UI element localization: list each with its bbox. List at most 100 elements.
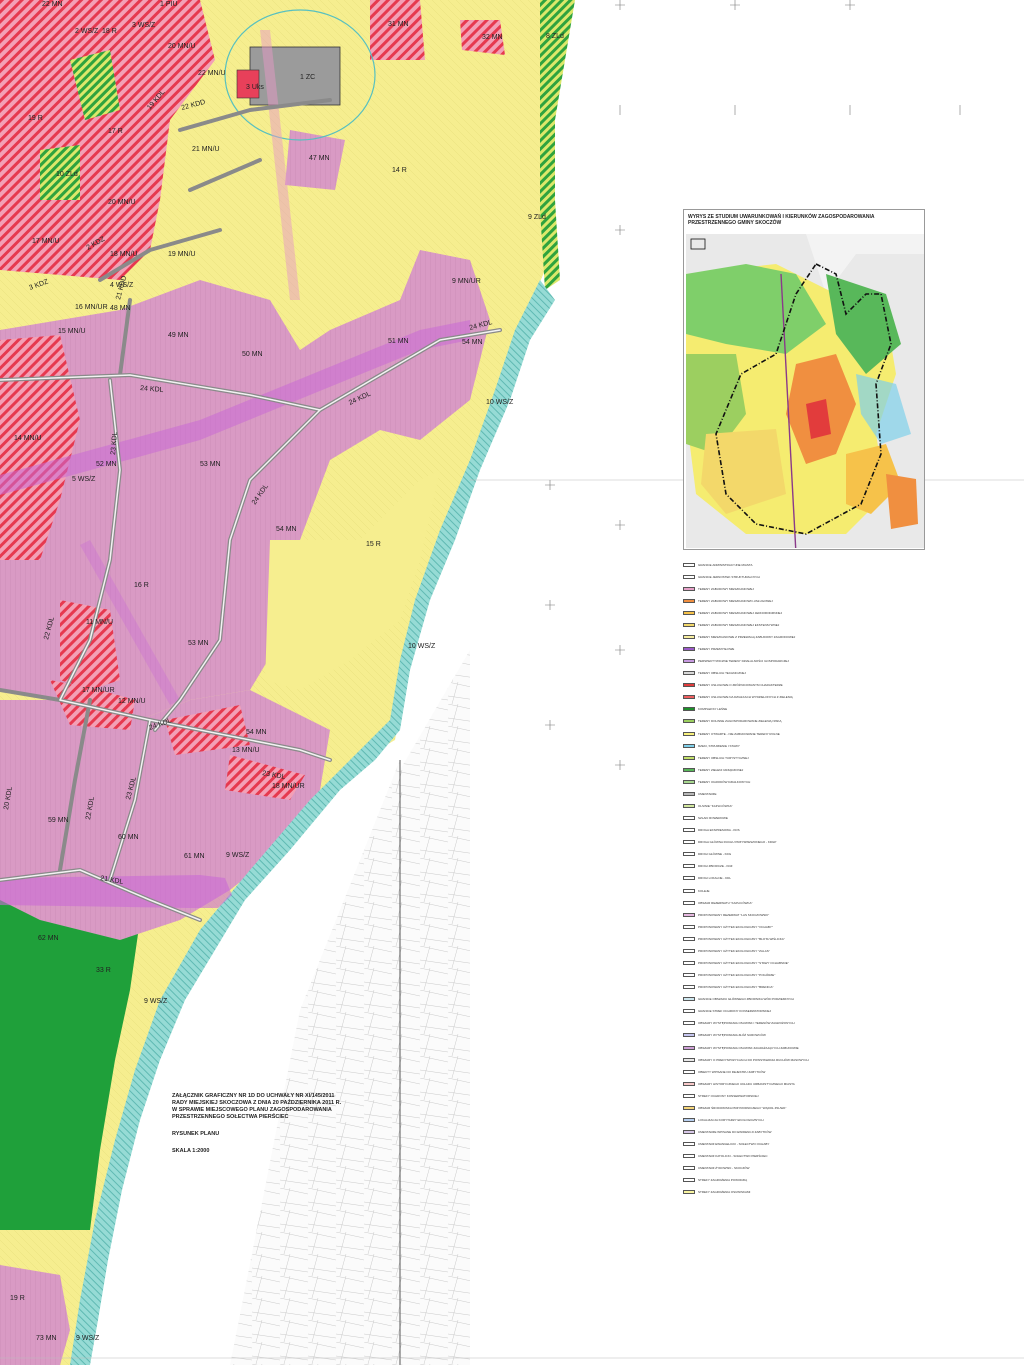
zone-label: 18 MN/U: [110, 251, 138, 258]
zone-label: 15 R: [366, 541, 381, 548]
legend-swatch: [683, 1178, 695, 1183]
legend-item: GRANICE ADMINISTRACYJNE MIASTA: [683, 562, 752, 567]
legend-item: OBIEKTY WPISANE DO REJESTRU ZABYTKÓW: [683, 1069, 765, 1074]
legend-item: DROGI LOKALNE - KDL: [683, 876, 731, 881]
zoning-map: 22 MN 1 PIU 31 MN 2 WS/Z 18 R 3 WS/Z 32 MN 8 ZL…: [0, 0, 1024, 1365]
legend-item: RZEKI, STRUMIENIE I STAWY: [683, 743, 740, 748]
legend-item: DROGI GŁÓWNE - KDG: [683, 852, 731, 857]
legend-swatch: [683, 755, 695, 760]
legend-item: STREFY ZAGROŻENIA OSUWISKAMI: [683, 1190, 750, 1195]
legend-item: TERENY ZABUDOWY MIESZKANIOWEJ: [683, 586, 754, 591]
legend-swatch: [683, 574, 695, 579]
legend-swatch: [683, 1117, 695, 1122]
legend-item: PROPONOWANY UŻYTEK EKOLOGICZNY "OCHABY": [683, 924, 773, 929]
legend-label: TERENY DOLINNE ZAGOSPODAROWANE ZIELENIĄ …: [698, 719, 782, 724]
legend-swatch: [683, 828, 695, 833]
legend-swatch: [683, 659, 695, 664]
plan-caption: ZAŁĄCZNIK GRAFICZNY NR 1D DO UCHWAŁY NR …: [172, 1093, 392, 1155]
legend-swatch: [683, 1142, 695, 1147]
legend-item: TERENY ZABUDOWY MIESZKANIOWO-USŁUGOWEJ: [683, 598, 773, 603]
zone-label: 22 MN/U: [198, 70, 226, 77]
legend-swatch: [683, 864, 695, 869]
legend-swatch: [683, 852, 695, 857]
zone-label: 16 R: [134, 582, 149, 589]
residential-zone: [0, 1265, 70, 1365]
legend-label: PROPONOWANY UŻYTEK EKOLOGICZNY "BŁOTA WI…: [698, 936, 785, 941]
zone-label: 3 WS/Z: [132, 22, 156, 29]
legend-item: TERENY OGRODÓW DZIAŁKOWYCH: [683, 779, 750, 784]
legend-swatch: [683, 671, 695, 676]
legend-item: DROGI ZBIORCZE - KDZ: [683, 864, 733, 869]
zone-label: 51 MN: [388, 338, 409, 345]
legend-item: PROPONOWANY UŻYTEK EKOLOGICZNY "ZALAS": [683, 948, 770, 953]
legend-label: OBIEKTY WPISANE DO REJESTRU ZABYTKÓW: [698, 1069, 766, 1074]
zone-label: 54 MN: [246, 729, 267, 736]
legend-swatch: [683, 960, 695, 965]
legend-label: RZEKI, STRUMIENIE I STAWY: [698, 743, 740, 748]
legend-label: STREFY ZAGROŻENIA POWODZIĄ: [698, 1178, 748, 1183]
legend-item: GRANICE STREF OCHRONY KONSERWATORSKIEJ: [683, 1009, 771, 1014]
legend-item: KOLEJE: [683, 888, 710, 893]
zone-label: 21 MN/U: [192, 146, 220, 153]
legend-swatch: [683, 1021, 695, 1026]
legend-item: LOKALIZACJA KORYTARZY EKOLOGICZNYCH: [683, 1117, 764, 1122]
legend-swatch: [683, 634, 695, 639]
legend-swatch: [683, 562, 695, 567]
legend-swatch: [683, 683, 695, 688]
legend-item: PROPONOWANY UŻYTEK EKOLOGICZNY "BRENICA": [683, 985, 774, 990]
legend-label: OBSZAR REZERWATU "KAPLICÓWKA": [698, 900, 753, 905]
zone-label: 61 MN: [184, 853, 205, 860]
legend-swatch: [683, 586, 695, 591]
zone-label: 9 ZLd: [528, 214, 546, 221]
legend-label: PROPONOWANY UŻYTEK EKOLOGICZNY "BRENICA": [698, 985, 774, 990]
legend-swatch: [683, 719, 695, 724]
legend-label: CMENTARZ EWANGELICKI - SOŁECTWO OCHABY: [698, 1142, 770, 1147]
legend-swatch: [683, 1130, 695, 1135]
legend-item: STREFY OCHRONY KONSERWATORSKIEJ: [683, 1093, 758, 1098]
legend-label: PROPONOWANY REZERWAT "LAS SKOCZOWSKI": [698, 912, 770, 917]
zone-label: 9 WS/Z: [226, 852, 250, 859]
legend-item: GRANICE JEDNOSTEK STRUKTURALNYCH: [683, 574, 760, 579]
legend-swatch: [683, 1081, 695, 1086]
legend-swatch: [683, 973, 695, 978]
legend-item: TERENY OBSŁUGI TECHNICZNEJ: [683, 671, 746, 676]
legend-label: TERENY OBSŁUGI TURYSTYCZNEJ: [698, 755, 749, 760]
legend-label: TERENY PRZEMYSŁOWE: [698, 647, 735, 652]
zone-label: 9 WS/Z: [144, 998, 168, 1005]
legend-swatch: [683, 1009, 695, 1014]
legend-swatch: [683, 997, 695, 1002]
zone-label: 53 MN: [200, 461, 221, 468]
legend-label: OBSZARY WYSTĘPOWANIA OSUWISK ZAGRAŻAJĄCY…: [698, 1045, 799, 1050]
legend-label: DROGI LOKALNE - KDL: [698, 876, 732, 881]
zone-label: 16 MN/UR: [75, 304, 108, 311]
zone-label: 50 MN: [242, 351, 263, 358]
legend-label: TERENY OBSŁUGI TECHNICZNEJ: [698, 671, 746, 676]
legend-item: TERENY ZABUDOWY MIESZKANIOWEJ EKSTENSYWN…: [683, 622, 779, 627]
legend-swatch: [683, 1105, 695, 1110]
inset-map: [686, 234, 924, 548]
zone-label: 13 MN/U: [232, 747, 260, 754]
legend-label: KOLEJE: [698, 888, 710, 893]
zone-label: 73 MN: [36, 1335, 57, 1342]
legend-item: TERENY USŁUGOWE NA DZIAŁKACH WYDZIELONYC…: [683, 695, 793, 700]
zone-label: 1 ZC: [300, 74, 315, 81]
zone-label: 49 MN: [168, 332, 189, 339]
legend-label: GRANICE ADMINISTRACYJNE MIASTA: [698, 562, 753, 567]
caption-line: RADY MIEJSKIEJ SKOCZOWA Z DNIA 20 PAŹDZI…: [172, 1100, 342, 1106]
legend-item: OBSZAR REZERWATU "KAPLICÓWKA": [683, 900, 753, 905]
zone-label: 1 PIU: [160, 1, 178, 8]
caption-line: W SPRAWIE MIEJSCOWEGO PLANU ZAGOSPODAROW…: [172, 1107, 332, 1113]
zone-label: 17 R: [108, 128, 123, 135]
legend-label: KOMPLEKSY LEŚNE: [698, 707, 728, 712]
legend-label: OBSZAR ŚRODOWISKA PRZYRODNICZEGO "WĄDOŁ …: [698, 1105, 787, 1110]
legend-label: OBSZARY O PREDYSPOZYCJACH DO POWSTAWANIA…: [698, 1057, 809, 1062]
legend-swatch: [683, 804, 695, 808]
mixed-use-zone: [370, 0, 425, 60]
legend-swatch: [683, 1166, 695, 1171]
zone-label: 12 MN/U: [118, 698, 146, 705]
legend-label: DROGA EKSPRESOWA - KDS: [698, 828, 740, 833]
zone-label: 3 Uks: [246, 84, 264, 91]
legend-label: LOKALIZACJA KORYTARZY EKOLOGICZNYCH: [698, 1117, 764, 1122]
legend-item: OBSZARY HISTORYCZNEGO UKŁADU URBANISTYCZ…: [683, 1081, 795, 1086]
legend-item: TERENY OTWARTE - NIE ZABUDOWANE TERENY R…: [683, 731, 780, 736]
